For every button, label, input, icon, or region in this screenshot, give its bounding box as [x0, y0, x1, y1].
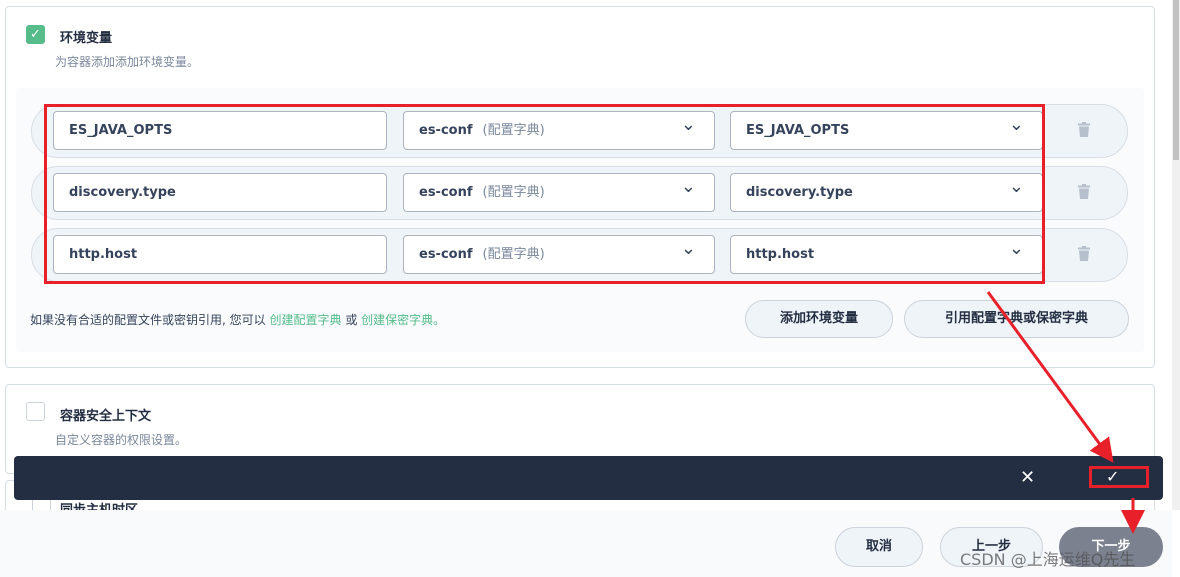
watermark: CSDN @上海运维Q先生 — [960, 550, 1136, 569]
annotation-arrows — [986, 291, 1145, 534]
